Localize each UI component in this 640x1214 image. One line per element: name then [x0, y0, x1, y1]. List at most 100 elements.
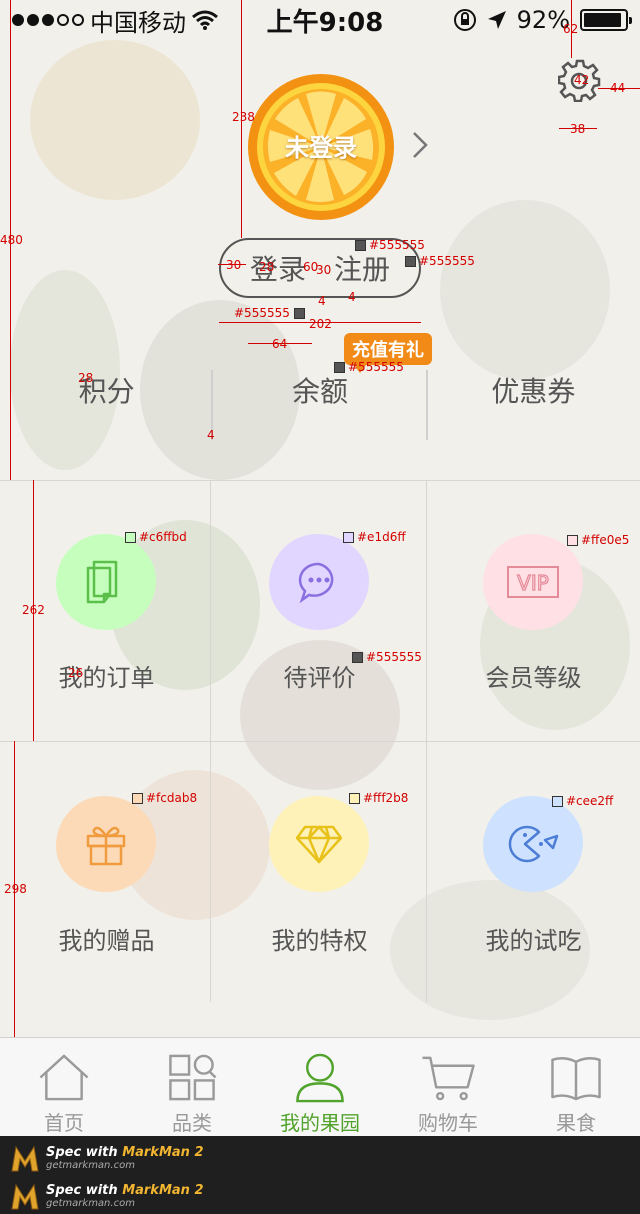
spec-color-value: #555555 — [419, 254, 475, 268]
grid-item-privileges[interactable]: 我的特权 — [213, 741, 426, 1002]
spec-color-value: #e1d6ff — [357, 530, 406, 544]
cart-icon — [422, 1056, 475, 1101]
spec-color-callout: #cee2ff — [552, 794, 613, 808]
icon-circle — [56, 534, 156, 630]
spec-dimension: 28 — [78, 371, 94, 385]
tab-label: 果食 — [556, 1111, 596, 1135]
spec-dimension: 30 — [226, 258, 242, 272]
spec-color-callout: #555555 — [352, 650, 422, 664]
markman-logo-icon — [11, 1183, 39, 1210]
balance-label: 余额 — [291, 375, 348, 408]
spec-dimension: 4 — [348, 290, 356, 304]
coupons-stat[interactable]: 优惠券 — [427, 340, 640, 440]
grid-item-label: 我的特权 — [271, 927, 368, 955]
spec-dimension: 62 — [563, 22, 579, 36]
icon-circle — [56, 796, 156, 892]
category-icon — [169, 1054, 217, 1101]
spec-color-value: #cee2ff — [566, 794, 614, 808]
diamond-icon — [295, 825, 343, 864]
chevron-right-icon[interactable] — [408, 130, 432, 160]
grid-item-label: 我的赠品 — [58, 927, 155, 955]
spec-color-value: #555555 — [348, 360, 404, 374]
watermark-url: getmarkman.com — [46, 1197, 135, 1209]
spec-dimension: 4 — [318, 294, 326, 308]
spec-dimension: 28 — [259, 260, 275, 274]
spec-dimension: 480 — [0, 233, 23, 247]
spec-dimension: 238 — [232, 110, 255, 124]
tab-fruit-food[interactable]: 果食 — [512, 1038, 640, 1136]
tab-label: 首页 — [44, 1111, 84, 1135]
watermark-prefix: Spec with — [46, 1144, 118, 1160]
spec-color-value: #c6ffbd — [139, 530, 187, 544]
spec-dimension: 262 — [22, 603, 45, 617]
comment-icon — [298, 562, 334, 604]
icon-circle: VIP — [483, 534, 583, 630]
spec-color-callout: #ffe0e5 — [567, 533, 629, 547]
spec-dimension: 44 — [610, 81, 626, 95]
spec-color-callout: #fcdab8 — [132, 791, 197, 805]
spec-color-callout: #c6ffbd — [125, 530, 187, 544]
spec-dimension: 298 — [4, 882, 27, 896]
register-button[interactable]: 注册 — [334, 248, 390, 288]
grid-item-vip-level[interactable]: VIP 会员等级 — [427, 480, 640, 741]
grid-item-pending-review[interactable]: 待评价 — [213, 480, 426, 741]
avatar-status-label: 未登录 — [285, 134, 357, 162]
markman-logo-icon — [11, 1145, 39, 1172]
tab-cart[interactable]: 购物车 — [384, 1038, 512, 1136]
points-stat[interactable]: 积分 — [0, 340, 213, 440]
book-icon — [551, 1057, 601, 1101]
spec-dimension: 38 — [570, 122, 586, 136]
stat-divider — [426, 370, 428, 440]
watermark-brand: MarkMan 2 — [122, 1182, 204, 1198]
markman-watermark: Spec with MarkMan 2 getmarkman.com Spec … — [0, 1136, 640, 1214]
home-icon — [39, 1054, 89, 1101]
grid-item-label: 我的订单 — [58, 664, 155, 692]
spec-color-value: #fcdab8 — [146, 791, 198, 805]
icon-circle — [269, 796, 369, 892]
tab-category[interactable]: 品类 — [128, 1038, 256, 1136]
watermark-brand: MarkMan 2 — [122, 1144, 204, 1160]
spec-color-value: #fff2b8 — [363, 791, 409, 805]
tab-label: 品类 — [172, 1111, 212, 1135]
tab-label: 购物车 — [418, 1111, 478, 1135]
spec-dimension: 42 — [574, 73, 590, 87]
spec-color-callout: #e1d6ff — [343, 530, 406, 544]
spec-dimension: 26 — [68, 666, 84, 680]
svg-text:VIP: VIP — [517, 571, 549, 595]
watermark-prefix: Spec with — [46, 1182, 118, 1198]
pacman-icon — [508, 825, 559, 863]
tab-my-orchard[interactable]: 我的果园 — [256, 1038, 384, 1136]
spec-color-callout: #555555 — [405, 254, 475, 268]
grid-item-label: 我的试吃 — [485, 927, 582, 955]
spec-color-value: #555555 — [366, 650, 422, 664]
spec-dimension: 202 — [309, 317, 332, 331]
grid-item-trials[interactable]: 我的试吃 — [427, 741, 640, 1002]
watermark-row: Spec with MarkMan 2 getmarkman.com — [10, 1140, 204, 1176]
coupons-label: 优惠券 — [491, 375, 576, 408]
spec-color-callout: #555555 — [234, 306, 308, 320]
spec-color-value: #555555 — [234, 306, 290, 320]
profile-header: 未登录 登录 注册 积分 余额 优惠券 充值有礼 — [0, 0, 640, 480]
spec-color-value: #555555 — [369, 238, 425, 252]
user-icon — [296, 1053, 344, 1103]
spec-color-callout: #555555 — [334, 360, 404, 374]
spec-dimension: 64 — [272, 337, 288, 351]
gift-icon — [86, 826, 126, 866]
tab-label: 我的果园 — [280, 1111, 360, 1135]
spec-color-callout: #555555 — [355, 238, 425, 252]
function-grid: 我的订单 待评价 VIP 会员等级 我的赠品 我的特权 我的试吃 — [0, 480, 640, 1002]
watermark-url: getmarkman.com — [46, 1159, 135, 1171]
account-stats: 积分 余额 优惠券 — [0, 340, 640, 440]
watermark-row: Spec with MarkMan 2 getmarkman.com — [10, 1178, 204, 1214]
tab-bar: 首页 品类 我的果园 购物车 果食 — [0, 1037, 640, 1136]
grid-item-gifts[interactable]: 我的赠品 — [0, 741, 213, 1002]
vip-icon: VIP — [507, 566, 559, 598]
icon-circle — [269, 534, 369, 630]
spec-color-callout: #fff2b8 — [349, 791, 408, 805]
icon-circle — [483, 796, 583, 892]
spec-color-value: #ffe0e5 — [581, 533, 630, 547]
grid-item-label: 会员等级 — [485, 664, 582, 692]
tab-home[interactable]: 首页 — [0, 1038, 128, 1136]
spec-dimension: 30 — [316, 263, 332, 277]
orders-icon — [86, 560, 118, 604]
